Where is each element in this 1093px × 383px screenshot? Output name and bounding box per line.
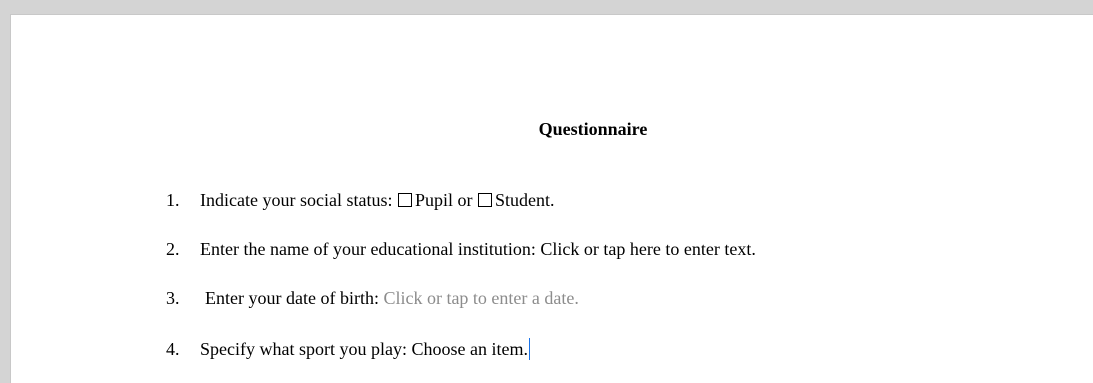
question-label: Enter the name of your educational insti…: [200, 239, 536, 259]
student-option-label: Student.: [494, 190, 555, 210]
date-picker-field[interactable]: Click or tap to enter a date.: [383, 288, 578, 308]
document-title: Questionnaire: [538, 119, 648, 139]
list-item-birth-date: 3. Enter your date of birth: Click or tap…: [166, 288, 579, 309]
document-window: Questionnaire 1. Indicate your social sta…: [0, 0, 1093, 383]
question-label: Specify what sport you play:: [200, 339, 407, 359]
student-checkbox[interactable]: [477, 193, 492, 207]
list-number: 1.: [166, 190, 180, 210]
pupil-option-label: Pupil: [414, 190, 453, 210]
pupil-checkbox[interactable]: [397, 193, 412, 207]
list-item-sport: 4. Specify what sport you play: Choose an…: [166, 338, 530, 360]
text-cursor: [528, 338, 530, 360]
list-number: 3.: [166, 288, 180, 308]
question-label: Indicate your social status:: [200, 190, 393, 210]
sport-dropdown-field[interactable]: Choose an item.: [411, 339, 527, 359]
list-number: 2.: [166, 239, 180, 259]
list-item-social-status: 1. Indicate your social status: Pupil or …: [166, 190, 554, 211]
institution-text-field[interactable]: Click or tap here to enter text.: [540, 239, 755, 259]
connector-text: or: [457, 190, 473, 210]
list-item-institution: 2. Enter the name of your educational ins…: [166, 239, 756, 260]
question-label: Enter your date of birth:: [205, 288, 379, 308]
list-number: 4.: [166, 339, 180, 359]
document-page[interactable]: Questionnaire 1. Indicate your social sta…: [10, 14, 1093, 383]
